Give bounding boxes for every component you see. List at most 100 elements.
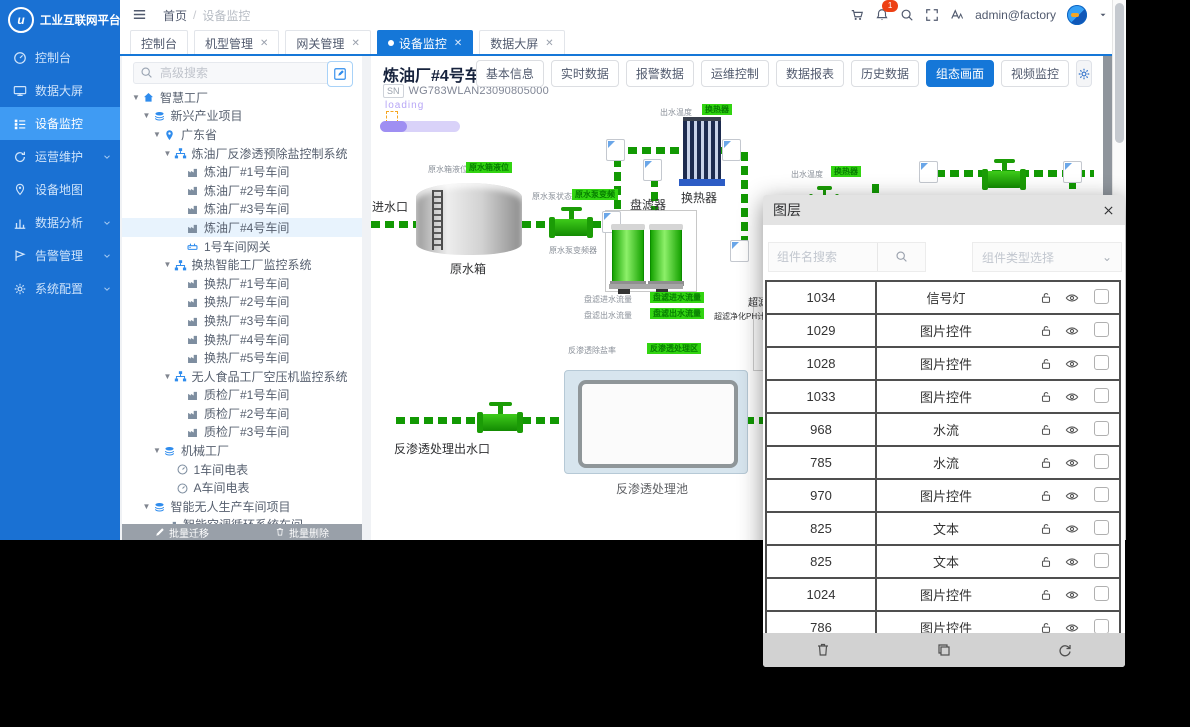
search-icon[interactable]	[900, 6, 914, 24]
visibility-toggle[interactable]	[1065, 579, 1079, 610]
tree-item-换热厂#1号车间[interactable]: 换热厂#1号车间	[122, 274, 362, 293]
tree-item-炼油厂#1号车间[interactable]: 炼油厂#1号车间	[122, 162, 362, 181]
layer-checkbox[interactable]	[1094, 520, 1109, 535]
layer-checkbox[interactable]	[1094, 454, 1109, 469]
layer-checkbox[interactable]	[1094, 586, 1109, 601]
close-icon[interactable]	[1102, 204, 1115, 217]
visibility-toggle[interactable]	[1065, 348, 1079, 379]
layer-row[interactable]: 1029图片控件	[767, 315, 1119, 348]
lock-toggle[interactable]	[1039, 282, 1053, 313]
layer-checkbox[interactable]	[1094, 619, 1109, 634]
action-button-实时数据[interactable]: 实时数据	[551, 60, 619, 87]
visibility-toggle[interactable]	[1065, 513, 1079, 544]
sidebar-item-map[interactable]: 设备地图	[0, 173, 120, 206]
tree-item-质检厂#2号车间[interactable]: 质检厂#2号车间	[122, 404, 362, 423]
user-menu-caret-icon[interactable]	[1098, 6, 1108, 24]
layer-row[interactable]: 1034信号灯	[767, 282, 1119, 315]
visibility-toggle[interactable]	[1065, 480, 1079, 511]
layer-checkbox[interactable]	[1094, 355, 1109, 370]
layer-row[interactable]: 825文本	[767, 513, 1119, 546]
tree-search-input[interactable]	[158, 65, 312, 81]
lock-toggle[interactable]	[1039, 381, 1053, 412]
tree-item-1车间电表[interactable]: 1车间电表	[122, 460, 362, 479]
font-size-icon[interactable]	[950, 6, 964, 24]
tree-item-A车间电表[interactable]: A车间电表	[122, 478, 362, 497]
breadcrumb-home[interactable]: 首页	[163, 7, 187, 24]
close-tab-icon[interactable]: ✕	[260, 38, 268, 49]
tree-expander-icon[interactable]: ▼	[153, 446, 163, 455]
fullscreen-icon[interactable]	[925, 6, 939, 24]
layer-row[interactable]: 1024图片控件	[767, 579, 1119, 612]
tree-expander-icon[interactable]: ▼	[164, 372, 174, 381]
tab-设备监控[interactable]: 设备监控✕	[377, 30, 473, 56]
tree-item-炼油厂#2号车间[interactable]: 炼油厂#2号车间	[122, 181, 362, 200]
layer-row[interactable]: 825文本	[767, 546, 1119, 579]
visibility-toggle[interactable]	[1065, 315, 1079, 346]
refresh-button[interactable]	[1057, 642, 1073, 658]
settings-button[interactable]	[1076, 60, 1092, 87]
tab-控制台[interactable]: 控制台	[130, 30, 188, 56]
visibility-toggle[interactable]	[1065, 381, 1079, 412]
tree-item-炼油厂#4号车间[interactable]: 炼油厂#4号车间	[122, 218, 362, 237]
sidebar-item-alarm[interactable]: 告警管理	[0, 239, 120, 272]
layer-checkbox[interactable]	[1094, 553, 1109, 568]
action-button-数据报表[interactable]: 数据报表	[776, 60, 844, 87]
layer-row[interactable]: 1028图片控件	[767, 348, 1119, 381]
lock-toggle[interactable]	[1039, 579, 1053, 610]
action-button-报警数据[interactable]: 报警数据	[626, 60, 694, 87]
component-type-select[interactable]: 组件类型选择 ⌄	[972, 242, 1122, 272]
tab-机型管理[interactable]: 机型管理✕	[194, 30, 279, 56]
sidebar-item-monitor[interactable]: 设备监控	[0, 107, 120, 140]
tree-item-换热智能工厂监控系统[interactable]: ▼换热智能工厂监控系统	[122, 255, 362, 274]
layer-row[interactable]: 968水流	[767, 414, 1119, 447]
component-search-input[interactable]	[769, 243, 877, 271]
copy-button[interactable]	[936, 642, 952, 658]
layer-checkbox[interactable]	[1094, 487, 1109, 502]
tree-expander-icon[interactable]: ▼	[143, 502, 153, 511]
visibility-toggle[interactable]	[1065, 282, 1079, 313]
tree-item-新兴产业项目[interactable]: ▼新兴产业项目	[122, 107, 362, 126]
tree-expander-icon[interactable]: ▼	[153, 130, 163, 139]
tree-search[interactable]	[133, 62, 335, 84]
tree-item-炼油厂反渗透预除盐控制系统[interactable]: ▼炼油厂反渗透预除盐控制系统	[122, 144, 362, 163]
notifications-button[interactable]: 1	[875, 6, 889, 24]
collapse-menu-icon[interactable]	[132, 6, 147, 24]
visibility-toggle[interactable]	[1065, 414, 1079, 445]
tree-item-无人食品工厂空压机监控系统[interactable]: ▼无人食品工厂空压机监控系统	[122, 367, 362, 386]
sidebar-item-analysis[interactable]: 数据分析	[0, 206, 120, 239]
tree-expander-icon[interactable]: ▼	[143, 111, 153, 120]
cart-icon[interactable]	[850, 6, 864, 24]
action-button-组态画面[interactable]: 组态画面	[926, 60, 994, 87]
lock-toggle[interactable]	[1039, 513, 1053, 544]
layer-checkbox[interactable]	[1094, 289, 1109, 304]
tree-item-换热厂#2号车间[interactable]: 换热厂#2号车间	[122, 293, 362, 312]
tree-expander-icon[interactable]: ▼	[164, 260, 174, 269]
tree-item-炼油厂#3号车间[interactable]: 炼油厂#3号车间	[122, 200, 362, 219]
tree-item-质检厂#3号车间[interactable]: 质检厂#3号车间	[122, 423, 362, 442]
action-button-运维控制[interactable]: 运维控制	[701, 60, 769, 87]
visibility-toggle[interactable]	[1065, 447, 1079, 478]
action-button-基本信息[interactable]: 基本信息	[476, 60, 544, 87]
tree-expander-icon[interactable]: ▼	[164, 149, 174, 158]
lock-toggle[interactable]	[1039, 480, 1053, 511]
tree-expander-icon[interactable]: ▼	[132, 93, 142, 102]
sidebar-item-screen[interactable]: 数据大屏	[0, 74, 120, 107]
layer-checkbox[interactable]	[1094, 421, 1109, 436]
lock-toggle[interactable]	[1039, 348, 1053, 379]
layer-checkbox[interactable]	[1094, 388, 1109, 403]
tree-item-1号车间网关[interactable]: 1号车间网关	[122, 237, 362, 256]
sidebar-item-config[interactable]: 系统配置	[0, 272, 120, 305]
lock-toggle[interactable]	[1039, 315, 1053, 346]
lock-toggle[interactable]	[1039, 546, 1053, 577]
batch-delete-button[interactable]: 批量删除	[275, 525, 329, 540]
close-tab-icon[interactable]: ✕	[545, 38, 553, 49]
layer-row[interactable]: 785水流	[767, 447, 1119, 480]
action-button-视频监控[interactable]: 视频监控	[1001, 60, 1069, 87]
layer-row[interactable]: 970图片控件	[767, 480, 1119, 513]
dialog-header[interactable]: 图层	[763, 195, 1125, 225]
search-button[interactable]	[877, 243, 925, 271]
close-tab-icon[interactable]: ✕	[454, 38, 462, 49]
lock-toggle[interactable]	[1039, 414, 1053, 445]
window-scrollbar-thumb[interactable]	[1115, 3, 1124, 143]
layer-row[interactable]: 1033图片控件	[767, 381, 1119, 414]
